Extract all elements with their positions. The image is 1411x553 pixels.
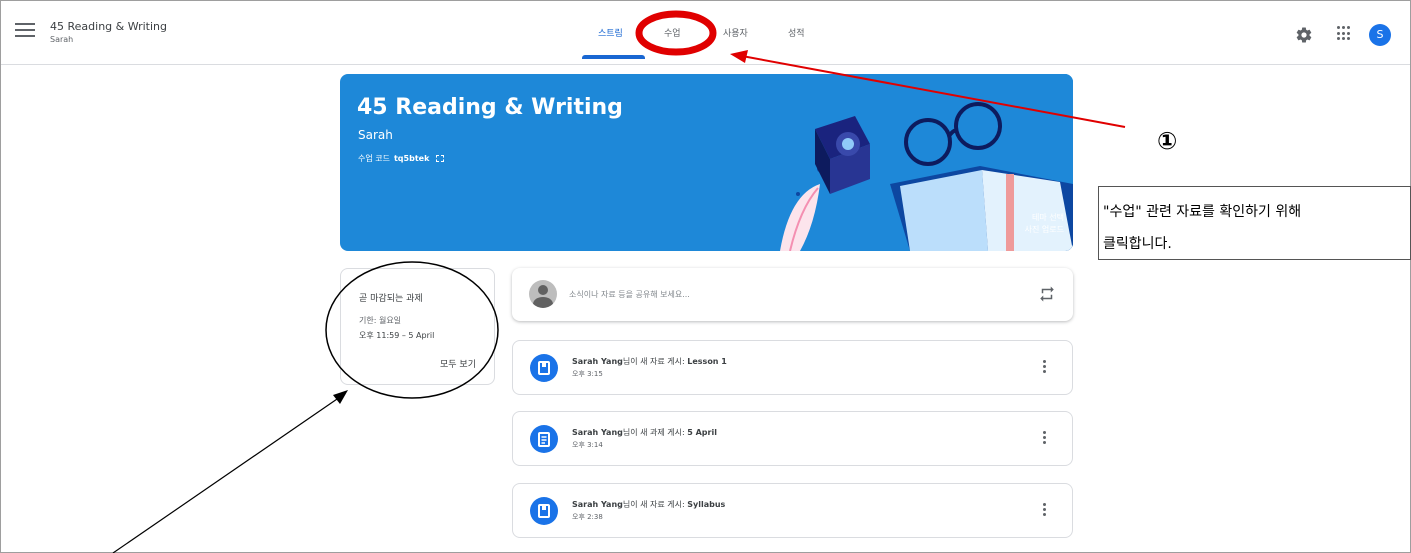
gear-icon[interactable] bbox=[1295, 26, 1313, 44]
instruction-callout: "수업" 관련 자료를 확인하기 위해 클릭합니다. bbox=[1098, 186, 1411, 260]
upcoming-title: 곧 마감되는 과제 bbox=[359, 294, 423, 304]
more-options-icon[interactable] bbox=[1041, 431, 1047, 447]
view-all-link[interactable]: 모두 보기 bbox=[440, 357, 476, 370]
tab-people[interactable]: 사용자 bbox=[723, 26, 748, 39]
stream-post[interactable]: Sarah Yang님이 새 자료 게시: Syllabus 오후 2:38 bbox=[512, 483, 1073, 538]
callout-line-1: "수업" 관련 자료를 확인하기 위해 bbox=[1103, 204, 1302, 220]
post-time: 오후 3:14 bbox=[572, 441, 603, 449]
tab-grades[interactable]: 성적 bbox=[788, 26, 805, 39]
upcoming-due-label: 기한: 월요일 bbox=[359, 316, 402, 325]
stream-post[interactable]: Sarah Yang님이 새 과제 게시: 5 April 오후 3:14 bbox=[512, 411, 1073, 466]
active-tab-indicator bbox=[582, 55, 645, 59]
material-icon bbox=[530, 497, 558, 525]
class-code-value: tq5btek bbox=[393, 154, 430, 163]
tab-classwork[interactable]: 수업 bbox=[664, 26, 681, 39]
upcoming-due-time[interactable]: 오후 11:59 – 5 April bbox=[359, 330, 434, 341]
upcoming-card: 곧 마감되는 과제 기한: 월요일 오후 11:59 – 5 April 모두 … bbox=[340, 268, 495, 385]
post-title: Sarah Yang님이 새 자료 게시: Syllabus bbox=[572, 500, 726, 509]
material-icon bbox=[530, 354, 558, 382]
class-subtitle: Sarah bbox=[50, 35, 74, 44]
class-banner: 45 Reading & Writing Sarah 수업 코드 tq5btek … bbox=[340, 74, 1073, 251]
tab-stream[interactable]: 스트림 bbox=[598, 26, 623, 39]
user-avatar bbox=[529, 280, 557, 308]
account-avatar[interactable]: S bbox=[1369, 24, 1391, 46]
post-title: Sarah Yang님이 새 자료 게시: Lesson 1 bbox=[572, 357, 727, 366]
class-title[interactable]: 45 Reading & Writing bbox=[50, 20, 167, 33]
post-time: 오후 2:38 bbox=[572, 513, 603, 521]
share-placeholder: 소식이나 자료 등을 공유해 보세요... bbox=[569, 290, 690, 299]
fullscreen-icon[interactable] bbox=[435, 155, 444, 162]
share-box[interactable]: 소식이나 자료 등을 공유해 보세요... bbox=[512, 268, 1073, 321]
apps-grid-icon[interactable] bbox=[1337, 26, 1352, 41]
more-options-icon[interactable] bbox=[1041, 360, 1047, 376]
assignment-icon bbox=[530, 425, 558, 453]
select-theme-link[interactable]: 테마 선택 bbox=[1032, 212, 1064, 223]
banner-class-title: 45 Reading & Writing bbox=[357, 95, 623, 120]
callout-line-2: 클릭합니다. bbox=[1103, 236, 1172, 252]
stream-post[interactable]: Sarah Yang님이 새 자료 게시: Lesson 1 오후 3:15 bbox=[512, 340, 1073, 395]
upload-photo-link[interactable]: 사진 업로드 bbox=[1025, 224, 1064, 235]
top-app-bar: 45 Reading & Writing Sarah 스트림 수업 사용자 성적… bbox=[1, 1, 1410, 65]
more-options-icon[interactable] bbox=[1041, 503, 1047, 519]
class-code: 수업 코드 tq5btek bbox=[358, 153, 444, 164]
banner-teacher-name: Sarah bbox=[358, 128, 393, 142]
post-title: Sarah Yang님이 새 과제 게시: 5 April bbox=[572, 428, 717, 437]
class-code-label: 수업 코드 bbox=[358, 154, 390, 163]
post-time: 오후 3:15 bbox=[572, 370, 603, 378]
hamburger-menu-icon[interactable] bbox=[15, 23, 35, 39]
step-marker: ① bbox=[1157, 127, 1178, 155]
repost-icon[interactable] bbox=[1038, 285, 1056, 303]
